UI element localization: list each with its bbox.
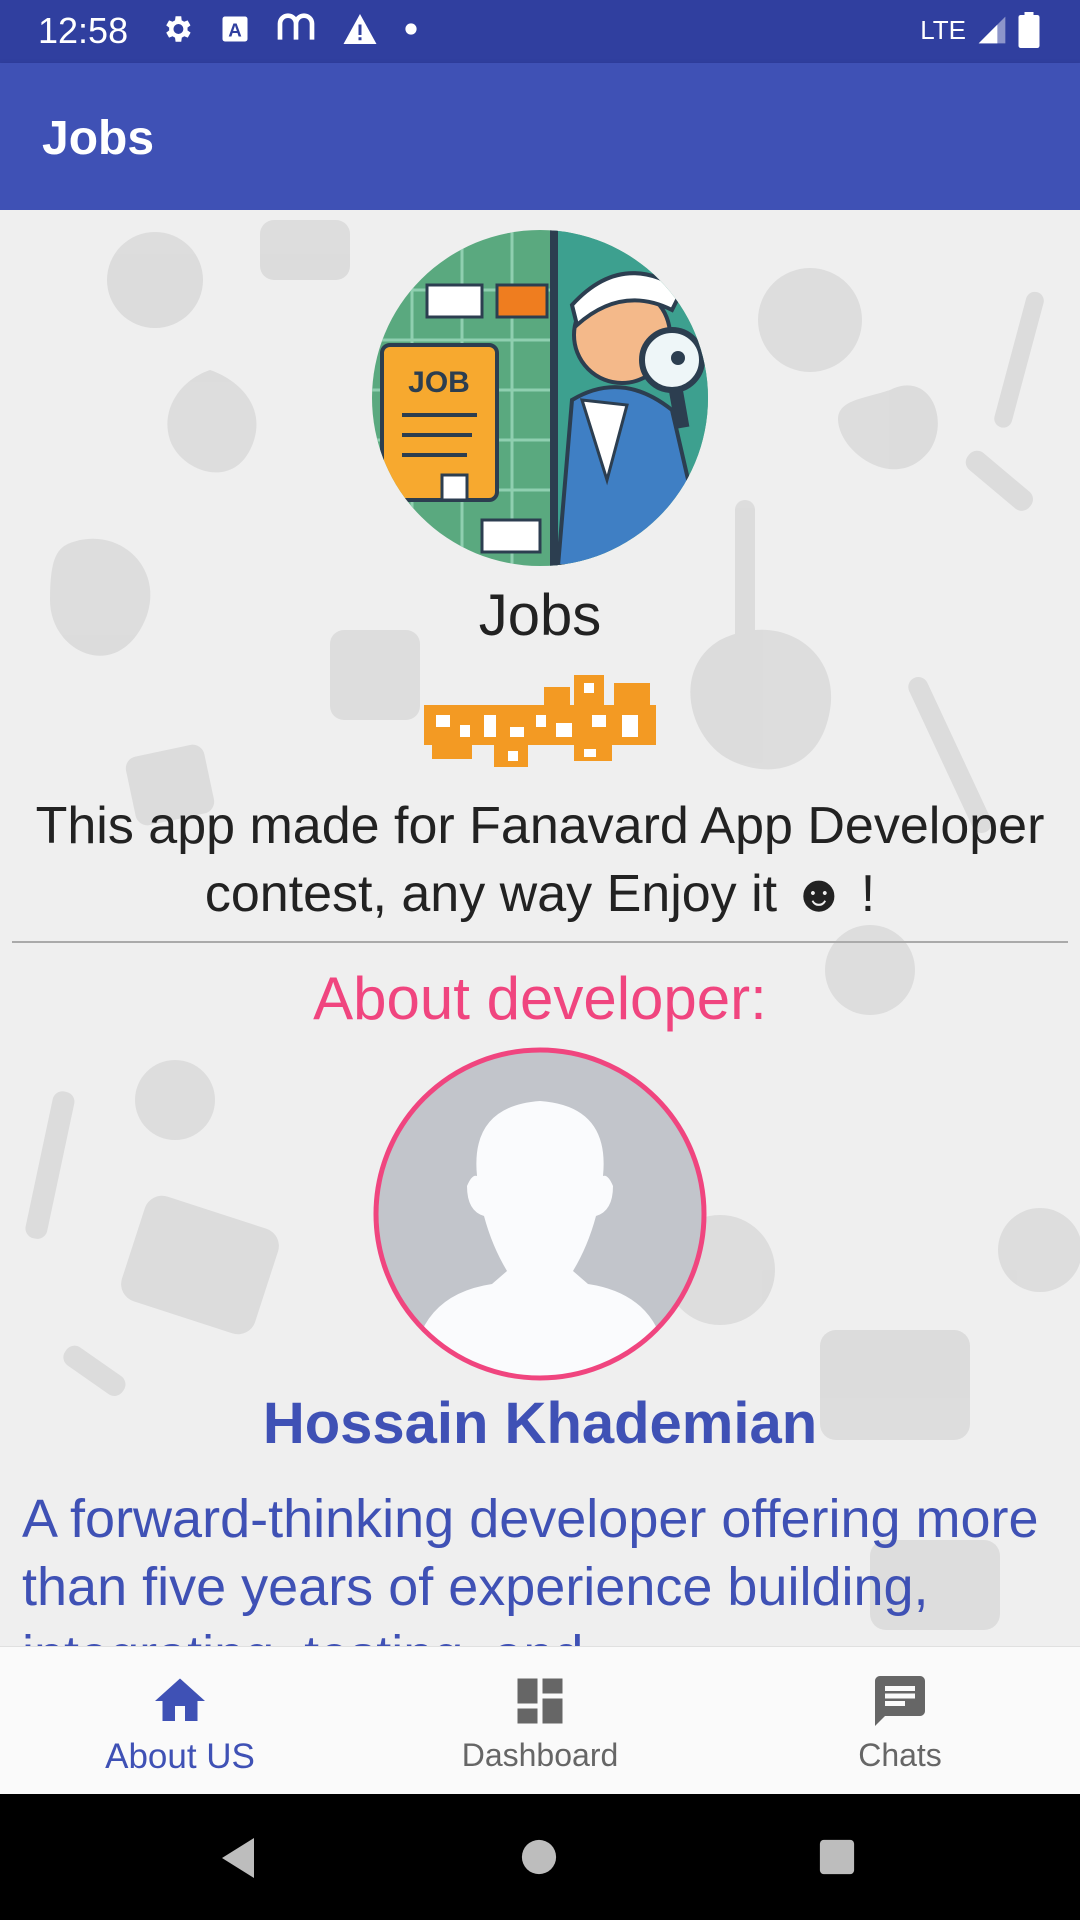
battery-icon: [1018, 12, 1040, 48]
nav-label-chats: Chats: [858, 1737, 942, 1773]
system-icons: LTE: [920, 12, 1040, 48]
about-developer-heading: About developer:: [313, 965, 767, 1032]
svg-text:A: A: [228, 20, 242, 41]
settings-icon: [166, 16, 191, 42]
developer-bio: A forward-thinking developer offering mo…: [22, 1489, 1039, 1646]
app-name: Jobs: [478, 583, 602, 648]
fanavard-logo: [424, 675, 656, 767]
nav-item-chats[interactable]: Chats: [720, 1647, 1080, 1795]
nav-label-about-us: About US: [105, 1737, 255, 1776]
status-bar: 12:58 A LTE: [0, 0, 1080, 63]
divider: [12, 941, 1068, 943]
developer-name: Hossain Khademian: [262, 1391, 818, 1456]
person-silhouette-icon: [373, 1047, 707, 1381]
dashboard-icon: [517, 1678, 563, 1724]
m-app-icon: [277, 13, 315, 40]
about-us-content[interactable]: JOB Jobs This app made for Fanavard App …: [0, 210, 1080, 1646]
app-description: This app made for Fanavard App Developer…: [35, 797, 1045, 923]
app-bar: Jobs: [0, 63, 1080, 210]
recents-icon[interactable]: [818, 1838, 856, 1876]
app-a-icon: A: [222, 16, 248, 42]
bottom-navigation: About US Dashboard Chats: [0, 1646, 1080, 1795]
system-navigation-bar: [0, 1794, 1080, 1920]
job-card-text: JOB: [408, 366, 470, 399]
network-type: LTE: [920, 14, 966, 45]
job-search-illustration: JOB: [372, 230, 708, 566]
notification-icons: A: [160, 12, 418, 46]
signal-icon: [978, 16, 1006, 44]
nav-item-dashboard[interactable]: Dashboard: [360, 1647, 720, 1795]
home-button-icon[interactable]: [520, 1838, 558, 1876]
developer-avatar: [372, 1046, 708, 1382]
status-time: 12:58: [38, 10, 129, 51]
warning-icon: [343, 14, 377, 44]
app-logo: JOB: [372, 230, 708, 566]
page-title: Jobs: [42, 112, 155, 165]
nav-label-dashboard: Dashboard: [461, 1737, 619, 1773]
home-icon: [155, 1678, 205, 1721]
back-icon[interactable]: [218, 1836, 258, 1880]
dot-icon: [405, 23, 417, 35]
chat-icon: [875, 1676, 925, 1726]
nav-item-about-us[interactable]: About US: [0, 1647, 360, 1795]
